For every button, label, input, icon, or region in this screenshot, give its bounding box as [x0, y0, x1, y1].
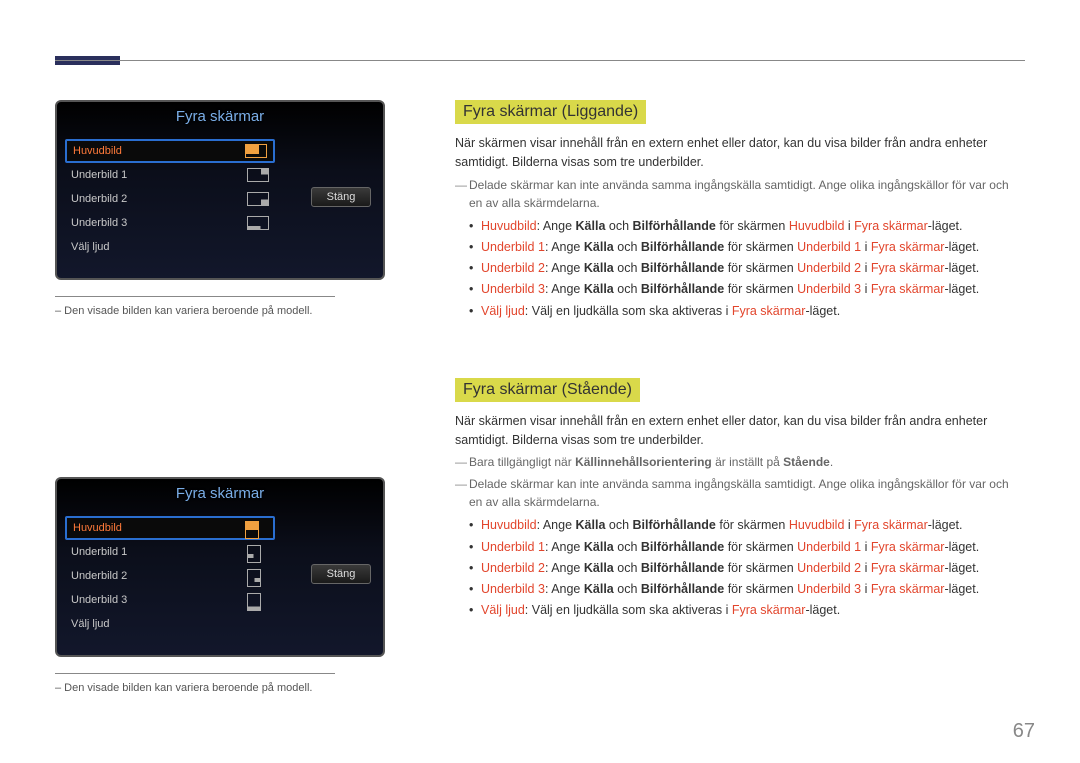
layout-sub3-icon	[247, 216, 269, 230]
caption-rule	[55, 673, 335, 674]
osd-list: Huvudbild Underbild 1 Underbild 2 Underb…	[65, 139, 275, 259]
osd-item-label: Underbild 1	[71, 169, 127, 181]
note-orientation: Bara tillgängligt när Källinnehållsorien…	[469, 453, 1025, 471]
osd-item-underbild1[interactable]: Underbild 1	[65, 163, 275, 187]
bullet-underbild1: Underbild 1: Ange Källa och Bilförhållan…	[481, 237, 1025, 258]
osd-close-button[interactable]: Stäng	[311, 187, 371, 207]
osd-item-underbild3[interactable]: Underbild 3	[65, 211, 275, 235]
osd-item-label: Huvudbild	[73, 145, 122, 157]
osd-panel-portrait: Fyra skärmar Huvudbild Underbild 1 Under…	[55, 477, 385, 657]
osd-item-underbild3[interactable]: Underbild 3	[65, 588, 275, 612]
section-staende: Fyra skärmar (Stående) När skärmen visar…	[455, 378, 1025, 622]
section-liggande: Fyra skärmar (Liggande) När skärmen visa…	[455, 100, 1025, 322]
osd-item-label: Underbild 3	[71, 217, 127, 229]
osd-close-label: Stäng	[327, 568, 356, 580]
osd-caption: – Den visade bilden kan variera beroende…	[55, 682, 385, 694]
osd-close-label: Stäng	[327, 191, 356, 203]
osd-item-underbild1[interactable]: Underbild 1	[65, 540, 275, 564]
osd-close-button[interactable]: Stäng	[311, 564, 371, 584]
osd-item-valjljud[interactable]: Välj ljud	[65, 235, 275, 259]
note-shared-source: Delade skärmar kan inte använda samma in…	[469, 475, 1025, 511]
osd-item-underbild2[interactable]: Underbild 2	[65, 564, 275, 588]
osd-title: Fyra skärmar	[57, 479, 383, 516]
bullet-valjljud: Välj ljud: Välj en ljudkälla som ska akt…	[481, 600, 1025, 621]
osd-item-huvudbild[interactable]: Huvudbild	[65, 139, 275, 163]
bullet-huvudbild: Huvudbild: Ange Källa och Bilförhållande…	[481, 515, 1025, 536]
intro-paragraph: När skärmen visar innehåll från en exter…	[455, 134, 1025, 172]
osd-item-label: Välj ljud	[71, 241, 110, 253]
osd-item-label: Underbild 2	[71, 570, 127, 582]
caption-rule	[55, 296, 335, 297]
left-column: Fyra skärmar Huvudbild Underbild 1 Under…	[55, 100, 385, 694]
bullet-valjljud: Välj ljud: Välj en ljudkälla som ska akt…	[481, 301, 1025, 322]
osd-item-label: Underbild 1	[71, 546, 127, 558]
bullet-huvudbild: Huvudbild: Ange Källa och Bilförhållande…	[481, 216, 1025, 237]
bullet-underbild3: Underbild 3: Ange Källa och Bilförhållan…	[481, 279, 1025, 300]
layout-sub1-icon	[247, 168, 269, 182]
header-rule	[55, 60, 1025, 61]
osd-title: Fyra skärmar	[57, 102, 383, 139]
layout-sub1-icon	[247, 545, 269, 559]
section-heading: Fyra skärmar (Liggande)	[455, 100, 646, 124]
bullet-list: Huvudbild: Ange Källa och Bilförhållande…	[481, 515, 1025, 621]
layout-sub2-icon	[247, 569, 269, 583]
osd-item-huvudbild[interactable]: Huvudbild	[65, 516, 275, 540]
bullet-underbild2: Underbild 2: Ange Källa och Bilförhållan…	[481, 558, 1025, 579]
page-number: 67	[1013, 720, 1035, 743]
osd-item-label: Välj ljud	[71, 618, 110, 630]
osd-item-valjljud[interactable]: Välj ljud	[65, 612, 275, 636]
intro-paragraph: När skärmen visar innehåll från en exter…	[455, 412, 1025, 450]
osd-item-label: Underbild 2	[71, 193, 127, 205]
bullet-list: Huvudbild: Ange Källa och Bilförhållande…	[481, 216, 1025, 322]
bullet-underbild1: Underbild 1: Ange Källa och Bilförhållan…	[481, 537, 1025, 558]
osd-item-label: Underbild 3	[71, 594, 127, 606]
section-heading: Fyra skärmar (Stående)	[455, 378, 640, 402]
layout-main-icon	[245, 144, 267, 158]
bullet-underbild2: Underbild 2: Ange Källa och Bilförhållan…	[481, 258, 1025, 279]
layout-sub3-icon	[247, 593, 269, 607]
osd-panel-landscape: Fyra skärmar Huvudbild Underbild 1 Under…	[55, 100, 385, 280]
osd-list: Huvudbild Underbild 1 Underbild 2	[65, 516, 275, 636]
osd-caption: – Den visade bilden kan variera beroende…	[55, 305, 385, 317]
osd-item-underbild2[interactable]: Underbild 2	[65, 187, 275, 211]
layout-main-icon	[245, 521, 267, 535]
bullet-underbild3: Underbild 3: Ange Källa och Bilförhållan…	[481, 579, 1025, 600]
right-column: Fyra skärmar (Liggande) När skärmen visa…	[455, 100, 1025, 636]
osd-item-label: Huvudbild	[73, 522, 122, 534]
note-shared-source: Delade skärmar kan inte använda samma in…	[469, 176, 1025, 212]
layout-sub2-icon	[247, 192, 269, 206]
